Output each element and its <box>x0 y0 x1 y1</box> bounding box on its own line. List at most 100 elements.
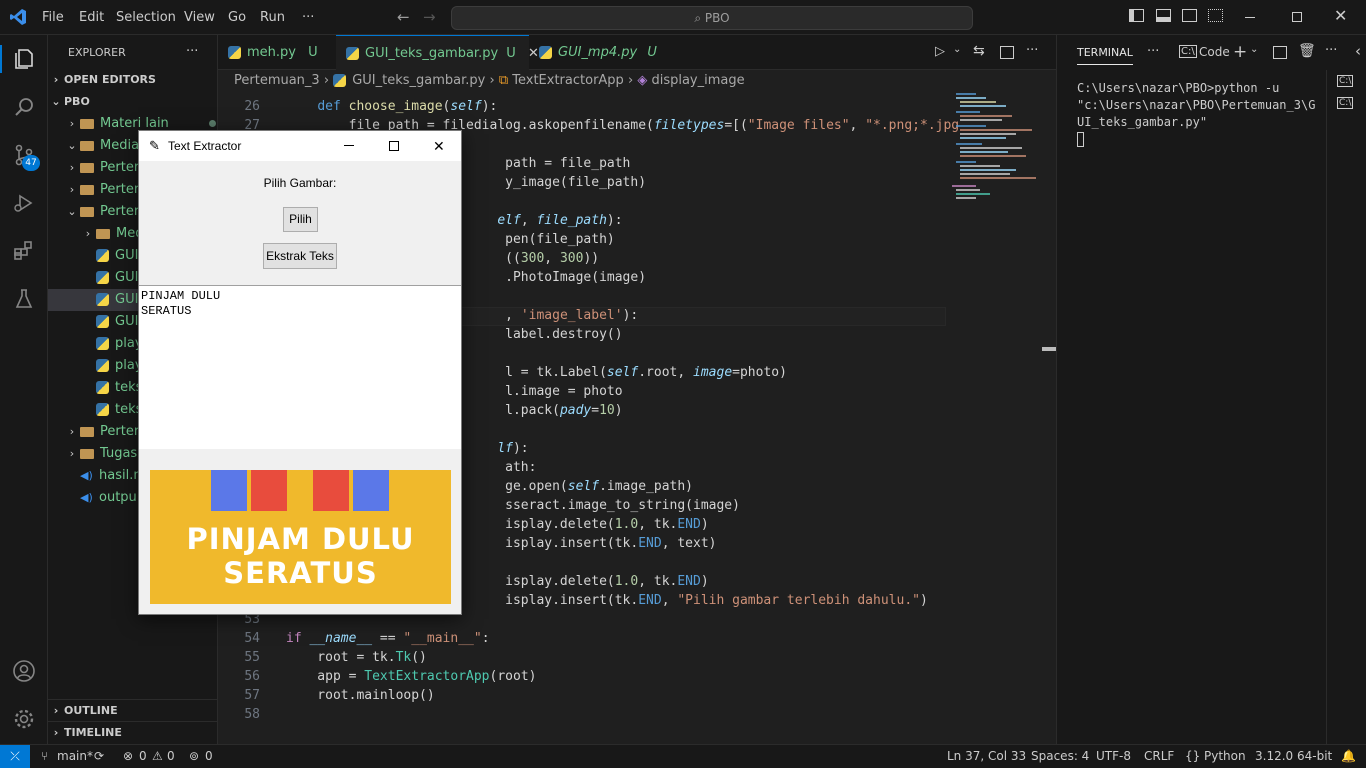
timeline-section[interactable]: › TIMELINE <box>48 721 217 743</box>
minimize-icon[interactable] <box>1245 17 1255 18</box>
terminal-tab[interactable]: TERMINAL <box>1077 46 1133 65</box>
menu-go[interactable]: Go <box>228 10 246 25</box>
notifications-bell-icon[interactable]: 🔔 <box>1341 745 1356 767</box>
close-window-icon[interactable]: ✕ <box>1334 6 1347 25</box>
search-sidebar-icon[interactable] <box>12 95 36 119</box>
python-interpreter[interactable]: 3.12.0 64-bit <box>1255 745 1332 767</box>
split-editor-icon[interactable] <box>1000 46 1014 59</box>
account-icon[interactable] <box>12 659 36 683</box>
tk-title-bar[interactable]: ✎ Text Extractor ✕ <box>139 131 461 161</box>
code-line: root = tk.Tk() <box>286 650 427 665</box>
ports-count[interactable]: 0 <box>205 745 213 767</box>
tk-close-icon[interactable]: ✕ <box>433 131 445 161</box>
extracted-text-area[interactable]: PINJAM DULU SERATUS <box>139 285 461 449</box>
kill-terminal-trash-icon[interactable]: 🗑 <box>1298 43 1316 59</box>
pilih-gambar-label: Pilih Gambar: <box>263 176 337 190</box>
tab-gui-mp4-py[interactable]: GUI_mp4.py U <box>529 35 657 70</box>
terminal-panel: TERMINAL ··· C:\ Code + ⌄ 🗑 ··· ‹ C:\Use… <box>1056 35 1366 744</box>
terminal-instance-icon[interactable]: C:\ <box>1337 75 1354 87</box>
split-terminal-icon[interactable] <box>1273 46 1287 59</box>
tab-label: GUI_teks_gambar.py <box>365 46 499 61</box>
terminal-dropdown-icon[interactable]: ⌄ <box>1250 44 1258 55</box>
toggle-primary-sidebar-icon[interactable] <box>1129 9 1144 22</box>
ekstrak-teks-button[interactable]: Ekstrak Teks <box>263 243 337 269</box>
menu-selection[interactable]: Selection <box>116 10 176 25</box>
terminal-more-button[interactable]: ··· <box>1147 44 1159 59</box>
panel-more-icon[interactable]: ··· <box>1325 43 1337 58</box>
tk-maximize-icon[interactable] <box>389 141 399 151</box>
explorer-icon[interactable] <box>12 47 36 71</box>
extracted-line: PINJAM DULU <box>141 289 221 303</box>
python-file-icon <box>228 46 241 59</box>
breadcrumb: Pertemuan_3 › GUI_teks_gambar.py › ⧉ Tex… <box>218 70 1056 92</box>
outline-section[interactable]: › OUTLINE <box>48 699 217 721</box>
warnings-count[interactable]: 0 <box>167 745 175 767</box>
terminal-instance-icon[interactable]: C:\ <box>1337 97 1354 109</box>
terminal-shell-label[interactable]: Code <box>1199 45 1230 59</box>
terminal-shell-icon: C:\ <box>1179 45 1197 58</box>
forward-arrow-icon[interactable]: → <box>423 8 436 26</box>
cursor-position[interactable]: Ln 37, Col 33 <box>947 745 1026 767</box>
menu-file[interactable]: File <box>42 10 64 25</box>
vertical-scrollbar[interactable] <box>1042 347 1056 351</box>
menu-view[interactable]: View <box>184 10 215 25</box>
breadcrumb-file[interactable]: GUI_teks_gambar.py <box>352 73 485 88</box>
chevron-icon: › <box>69 183 75 196</box>
terminal-output[interactable]: C:\Users\nazar\PBO>python -u "c:\Users\n… <box>1077 80 1322 152</box>
restore-icon[interactable] <box>1292 12 1302 22</box>
extensions-icon[interactable] <box>12 239 36 263</box>
breadcrumb-method[interactable]: display_image <box>651 73 744 88</box>
customize-layout-icon[interactable] <box>1208 9 1223 22</box>
collapse-panel-icon[interactable]: ‹ <box>1355 42 1361 60</box>
chevron-icon: ⌄ <box>67 139 77 152</box>
editor-more-icon[interactable]: ··· <box>1026 43 1038 58</box>
tk-minimize-icon[interactable] <box>344 145 354 146</box>
pbo-root-folder[interactable]: ⌄ PBO <box>48 91 217 113</box>
menu-run[interactable]: Run <box>260 10 285 25</box>
pilih-button[interactable]: Pilih <box>283 207 318 232</box>
run-dropdown-icon[interactable]: ⌄ <box>953 44 961 55</box>
back-arrow-icon[interactable]: ← <box>397 8 410 26</box>
breadcrumb-class[interactable]: TextExtractorApp <box>512 73 624 88</box>
chevron-icon: › <box>69 425 75 438</box>
branch-name[interactable]: main* <box>57 745 93 767</box>
file-encoding[interactable]: UTF-8 <box>1096 745 1131 767</box>
poster-block-blue <box>353 470 389 511</box>
open-editors-section[interactable]: › OPEN EDITORS <box>48 69 217 91</box>
search-text: PBO <box>704 11 730 25</box>
errors-count[interactable]: 0 <box>139 745 147 767</box>
branch-icon: ⑂ <box>41 749 49 763</box>
minimap[interactable] <box>946 92 1042 212</box>
chevron-right-icon: › <box>53 726 59 739</box>
sync-icon[interactable]: ⟳ <box>94 745 104 767</box>
toggle-panel-icon[interactable] <box>1156 9 1171 22</box>
line-ending[interactable]: CRLF <box>1144 745 1174 767</box>
testing-flask-icon[interactable] <box>12 287 36 311</box>
tab-gui-teks-gambar-py[interactable]: GUI_teks_gambar.py U ✕ <box>336 35 539 70</box>
tree-item-label: Media <box>100 138 140 153</box>
poster-block-red <box>313 470 349 511</box>
chevron-icon: › <box>69 117 75 130</box>
toggle-secondary-sidebar-icon[interactable] <box>1182 9 1197 22</box>
explorer-more-button[interactable]: ··· <box>186 44 198 59</box>
remote-indicator[interactable]: ⤫ <box>0 745 30 768</box>
settings-gear-icon[interactable] <box>12 707 36 731</box>
menu-edit[interactable]: Edit <box>79 10 104 25</box>
tree-item-label: Tugas <box>100 446 138 461</box>
errors-icon: ⊗ <box>123 749 134 763</box>
indentation[interactable]: Spaces: 4 <box>1031 745 1089 767</box>
compare-changes-icon[interactable]: ⇆ <box>973 43 985 59</box>
menu-more[interactable]: ··· <box>302 10 314 25</box>
preview-image: PINJAM DULU SERATUS <box>150 470 451 604</box>
breadcrumb-folder[interactable]: Pertemuan_3 <box>234 73 320 88</box>
language-mode[interactable]: Python <box>1204 745 1246 767</box>
run-debug-icon[interactable] <box>12 191 36 215</box>
tab-meh-py[interactable]: meh.py U <box>218 35 336 70</box>
editor-tabs: meh.py U GUI_teks_gambar.py U ✕ GUI_mp4.… <box>218 35 1056 70</box>
new-terminal-plus-icon[interactable]: + <box>1233 42 1247 62</box>
command-search-box[interactable]: ⌕ PBO <box>451 6 973 30</box>
python-file-icon <box>96 249 109 262</box>
run-file-icon[interactable]: ▷ <box>935 44 945 59</box>
terminal-cursor <box>1077 132 1084 147</box>
folder-icon <box>80 162 94 173</box>
